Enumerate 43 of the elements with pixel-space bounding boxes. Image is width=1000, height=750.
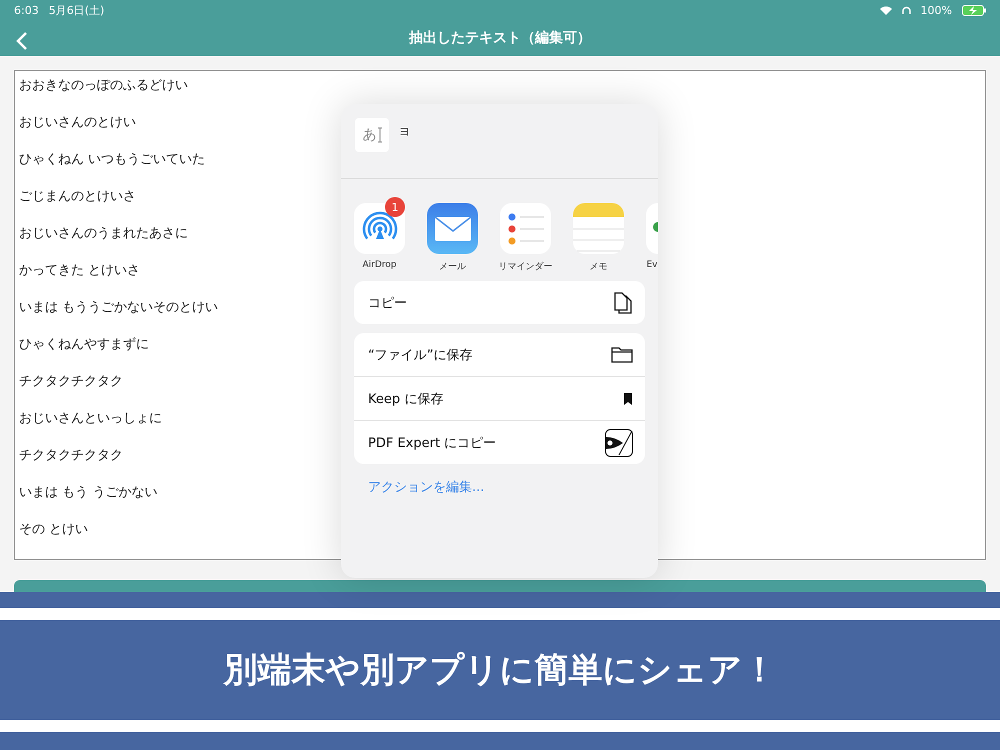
- status-time: 6:03: [14, 4, 39, 16]
- share-app[interactable]: メモ: [573, 197, 624, 281]
- eye-icon: [605, 428, 633, 456]
- share-app[interactable]: AirDrop 1: [354, 197, 405, 281]
- share-title: ヨ: [399, 124, 410, 139]
- copy-icon: [613, 290, 633, 314]
- share-app[interactable]: リマインダー: [500, 197, 551, 281]
- preview-thumbnail: あ: [355, 118, 389, 152]
- wifi-icon: [880, 6, 892, 14]
- action-row[interactable]: PDF Expert にコピー: [354, 420, 645, 464]
- share-app[interactable]: メール: [427, 197, 478, 281]
- battery-percent: 100%: [920, 4, 952, 16]
- notepad-icon: [573, 203, 624, 254]
- mail-icon: [427, 203, 478, 254]
- folder-icon: [611, 346, 633, 363]
- action-row[interactable]: “ファイル”に保存: [354, 333, 645, 376]
- text-line: おじいさんのうまれたあさに: [19, 224, 188, 243]
- bookmark-icon: [623, 392, 633, 404]
- banner-caption: 別端末や別アプリに簡単にシェア！: [224, 648, 776, 692]
- text-line: おじいさんといっしょに: [19, 410, 162, 428]
- share-app[interactable]: Ev: [646, 197, 658, 281]
- app-icon: [646, 203, 658, 254]
- text-line: おじいさんのとけい: [19, 114, 136, 132]
- back-icon[interactable]: [16, 32, 28, 50]
- text-line: ごじまんのとけいさ: [19, 188, 136, 206]
- text-line: ひゃくねん いつもうごいていた: [19, 150, 206, 169]
- text-line: いまは もう うごかない: [19, 484, 158, 502]
- text-line: チクタクチクタク: [19, 372, 123, 391]
- headphones-icon: [902, 6, 911, 14]
- airdrop-icon: [354, 203, 405, 254]
- action-row[interactable]: Keep に保存: [354, 376, 645, 420]
- text-line: いまは もううごかないそのとけい: [19, 298, 218, 317]
- text-line: おおきなのっぽのふるどけい: [19, 76, 188, 95]
- notification-badge: 1: [385, 197, 405, 217]
- nav-title: 抽出したテキスト（編集可）: [409, 28, 591, 47]
- action-row[interactable]: コピー: [354, 281, 645, 324]
- text-line: その とけい: [19, 520, 88, 539]
- text-line: ひゃくねんやすまずに: [19, 336, 149, 354]
- text-line: かってきた とけいさ: [19, 262, 140, 280]
- list-icon: [500, 203, 551, 254]
- text-line: チクタクチクタク: [19, 446, 123, 465]
- battery-icon: [962, 4, 986, 16]
- status-date: 5月6日(土): [48, 2, 104, 18]
